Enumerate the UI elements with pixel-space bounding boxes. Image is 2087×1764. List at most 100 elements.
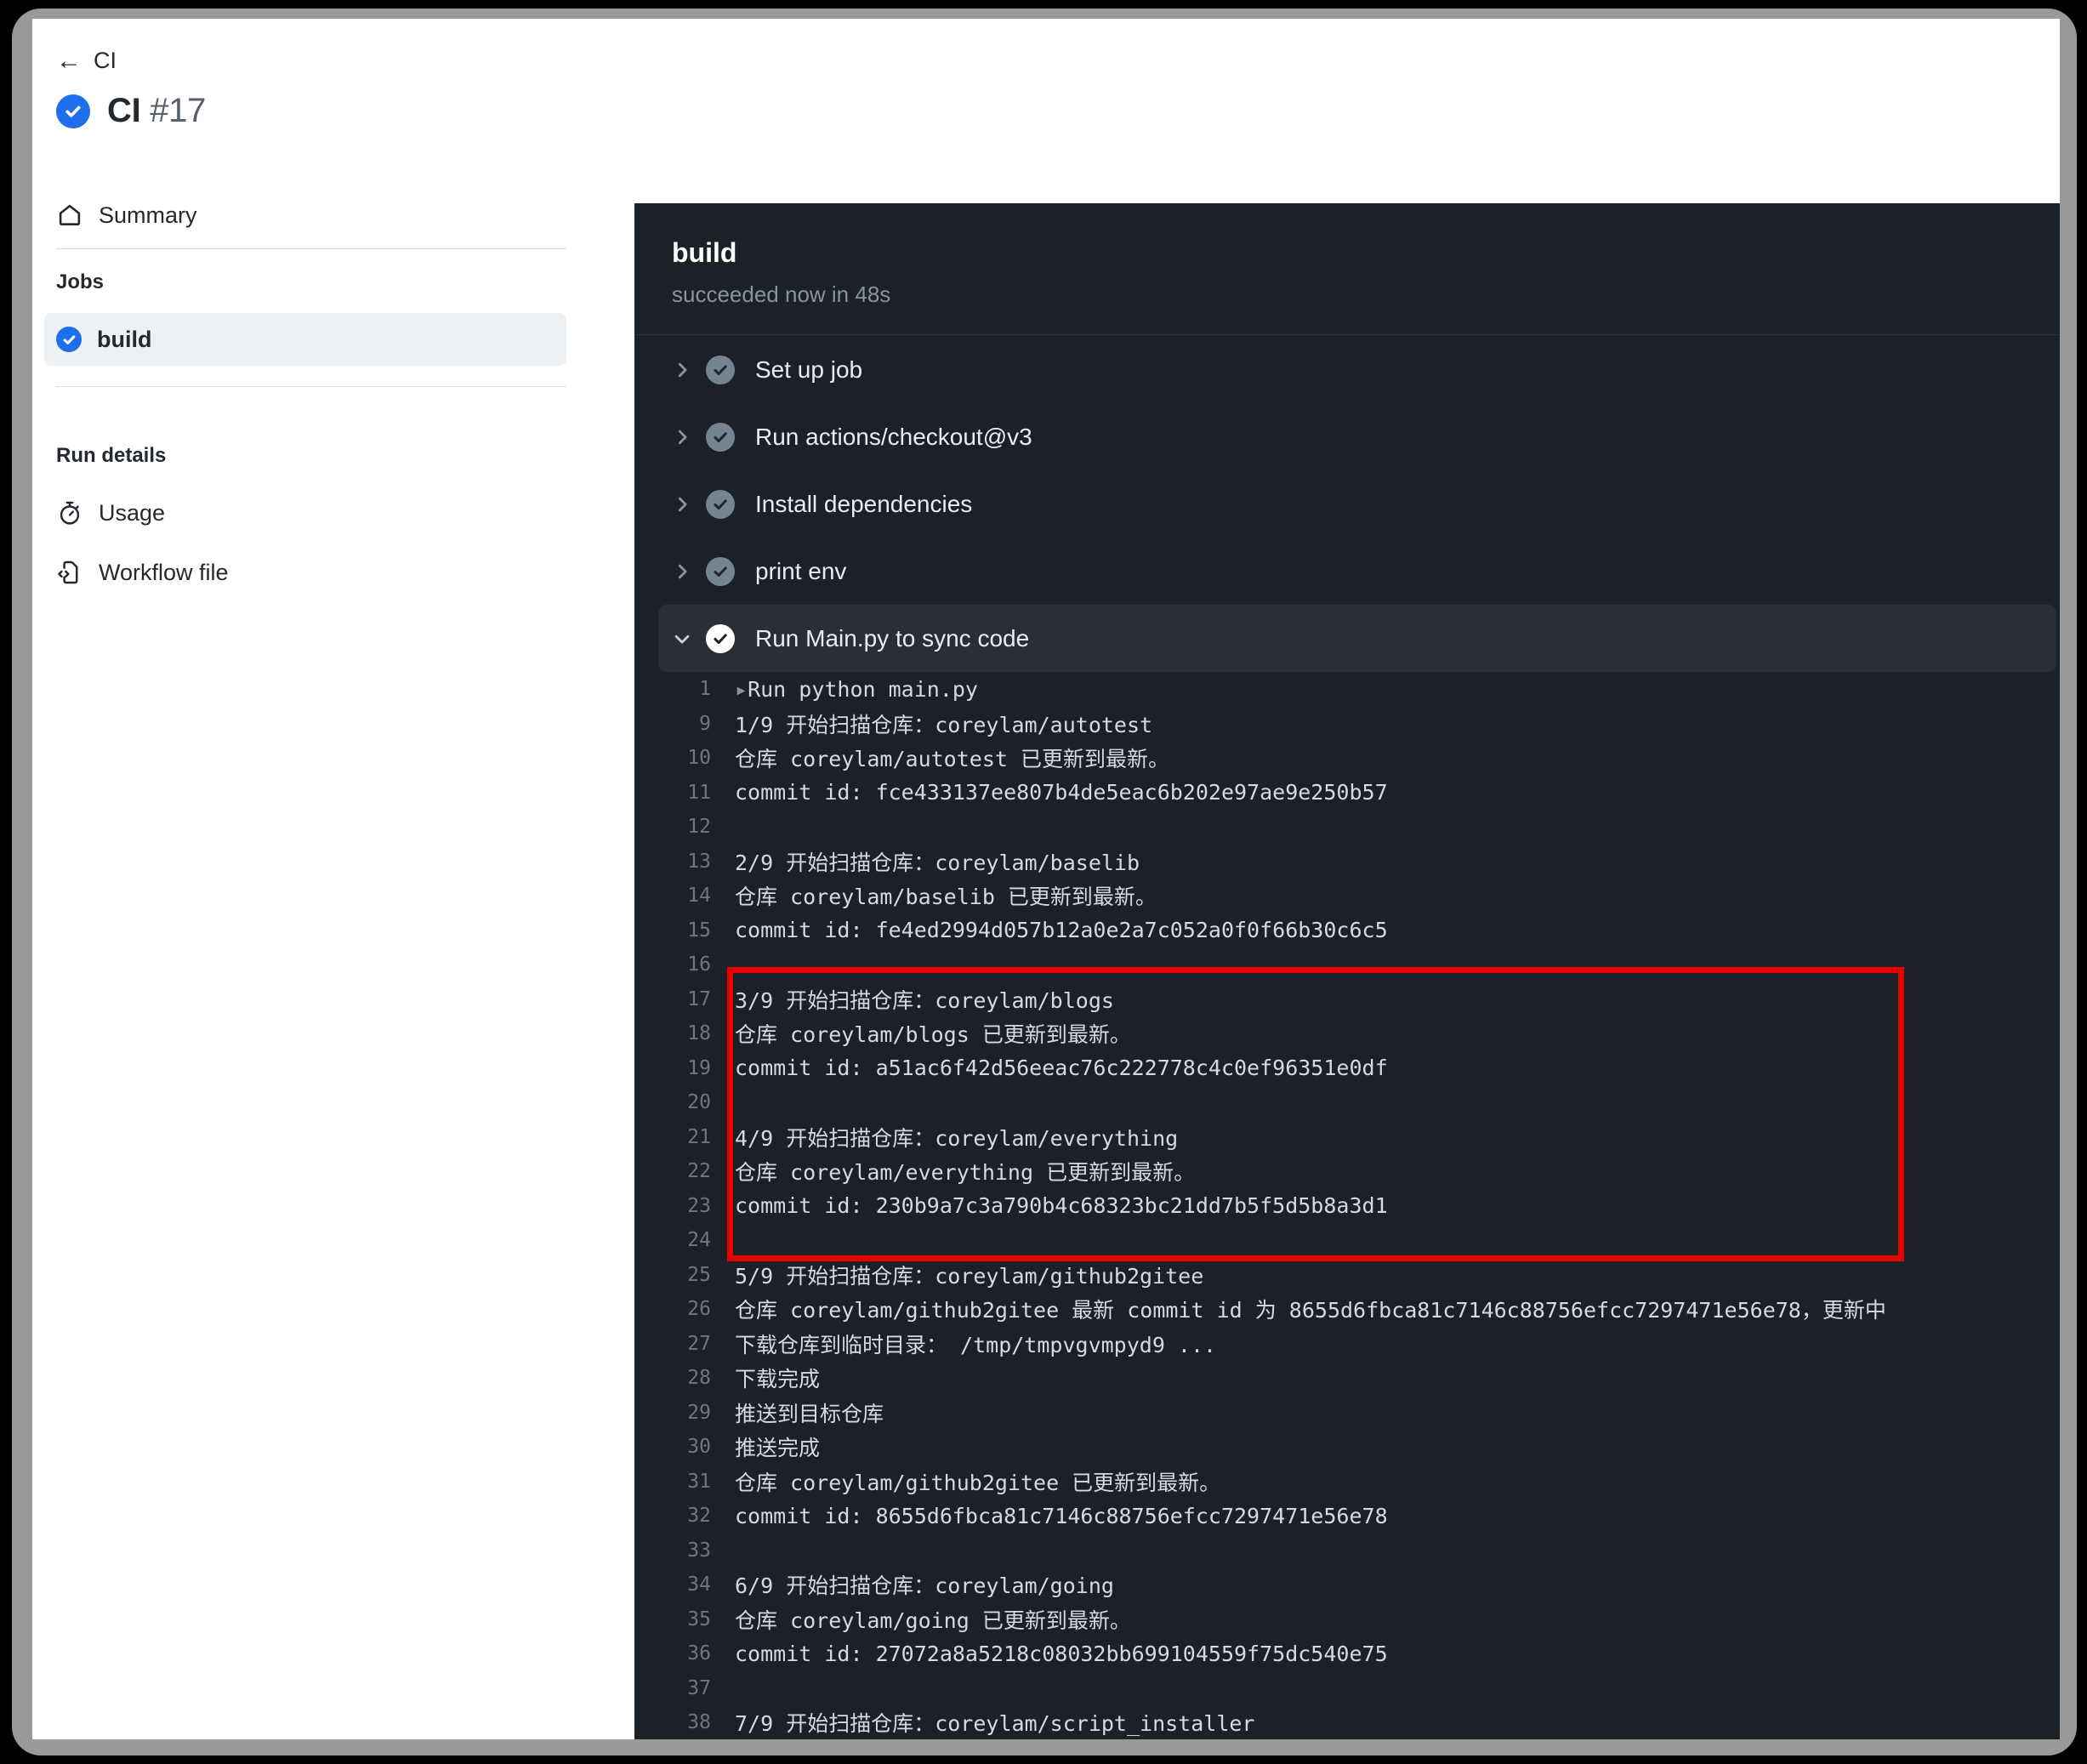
log-line-number: 16 bbox=[687, 953, 711, 976]
log-line-text: commit id: fe4ed2994d057b12a0e2a7c052a0f… bbox=[735, 918, 1388, 943]
log-line-number: 31 bbox=[687, 1470, 711, 1493]
home-icon bbox=[56, 202, 83, 229]
sidebar-item-summary[interactable]: Summary bbox=[44, 189, 566, 242]
log-line: 31 仓库 coreylam/github2gitee 已更新到最新。 bbox=[634, 1465, 2060, 1499]
log-line-text: ▸Run python main.py bbox=[735, 676, 978, 702]
step-list: Set up job Run actions/checkout@v3 Install… bbox=[634, 336, 2060, 672]
log-line: 9 1/9 开始扫描仓库：coreylam/autotest bbox=[634, 707, 2060, 742]
log-line: 15 commit id: fe4ed2994d057b12a0e2a7c052a… bbox=[634, 913, 2060, 948]
log-line-text: commit id: 27072a8a5218c08032bb699104559… bbox=[735, 1641, 1388, 1666]
sidebar-divider-1 bbox=[56, 248, 566, 249]
log-line-number: 1 bbox=[699, 678, 711, 701]
step-row[interactable]: print env bbox=[658, 538, 2056, 605]
step-row[interactable]: Run actions/checkout@v3 bbox=[658, 403, 2056, 470]
log-line: 37 bbox=[634, 1671, 2060, 1706]
log-line-number: 12 bbox=[687, 816, 711, 839]
check-circle-icon bbox=[56, 94, 90, 128]
step-row[interactable]: Set up job bbox=[658, 336, 2056, 403]
log-line: 33 bbox=[634, 1534, 2060, 1568]
log-line-text: 推送完成 bbox=[735, 1436, 821, 1461]
sidebar-divider-2 bbox=[56, 386, 566, 387]
log-line-text: 2/9 开始扫描仓库：coreylam/baselib bbox=[735, 850, 1140, 875]
log-line-number: 27 bbox=[687, 1332, 711, 1355]
chevron-right-icon[interactable] bbox=[658, 361, 706, 379]
log-line-number: 22 bbox=[687, 1160, 711, 1183]
log-line: 12 bbox=[634, 810, 2060, 845]
log-line: 20 bbox=[634, 1085, 2060, 1120]
step-label: Set up job bbox=[755, 356, 863, 383]
log-line: 25 5/9 开始扫描仓库：coreylam/github2gitee bbox=[634, 1258, 2060, 1293]
log-output[interactable]: 1 ▸Run python main.py 9 1/9 开始扫描仓库：coreylam… bbox=[634, 672, 2060, 1739]
page-title: CI #17 bbox=[107, 92, 206, 130]
log-line-number: 17 bbox=[687, 987, 711, 1010]
log-line: 19 commit id: a51ac6f42d56eeac76c222778c4… bbox=[634, 1051, 2060, 1086]
log-lines: 1 ▸Run python main.py 9 1/9 开始扫描仓库：coreylam… bbox=[634, 672, 2060, 1739]
log-line-text: 5/9 开始扫描仓库：coreylam/github2gitee bbox=[735, 1263, 1204, 1289]
log-line-number: 18 bbox=[687, 1022, 711, 1045]
check-circle-icon bbox=[706, 489, 755, 519]
log-line-text: commit id: 230b9a7c3a790b4c68323bc21dd7b… bbox=[735, 1193, 1388, 1219]
breadcrumb-label[interactable]: CI bbox=[94, 48, 117, 74]
log-line-number: 24 bbox=[687, 1229, 711, 1252]
log-line-text: 4/9 开始扫描仓库：coreylam/everything bbox=[735, 1125, 1179, 1151]
log-line-number: 19 bbox=[687, 1056, 711, 1079]
log-line-text: 7/9 开始扫描仓库：coreylam/script_installer bbox=[735, 1711, 1255, 1737]
log-line: 24 bbox=[634, 1223, 2060, 1258]
chevron-right-icon[interactable] bbox=[658, 428, 706, 447]
log-line: 35 仓库 coreylam/going 已更新到最新。 bbox=[634, 1602, 2060, 1637]
sidebar: Summary Jobs build Run details Usage Wor… bbox=[32, 189, 614, 1739]
log-line-number: 10 bbox=[687, 747, 711, 770]
log-line: 26 仓库 coreylam/github2gitee 最新 commit id … bbox=[634, 1292, 2060, 1327]
log-line-text: 仓库 coreylam/everything 已更新到最新。 bbox=[735, 1160, 1196, 1186]
check-circle-icon bbox=[56, 327, 82, 352]
log-line: 23 commit id: 230b9a7c3a790b4c68323bc21dd… bbox=[634, 1189, 2060, 1224]
log-line-number: 23 bbox=[687, 1194, 711, 1217]
log-line-text: commit id: fce433137ee807b4de5eac6b202e9… bbox=[735, 780, 1388, 805]
breadcrumb[interactable]: ← CI bbox=[56, 48, 117, 74]
stopwatch-icon bbox=[56, 499, 83, 526]
step-label: Install dependencies bbox=[755, 490, 973, 517]
log-line: 32 commit id: 8655d6fbca81c7146c88756efcc… bbox=[634, 1499, 2060, 1534]
step-row[interactable]: Install dependencies bbox=[658, 470, 2056, 538]
log-line-number: 20 bbox=[687, 1091, 711, 1114]
run-title-row: CI #17 bbox=[56, 92, 206, 130]
sidebar-item-build[interactable]: build bbox=[44, 313, 566, 366]
log-line-number: 14 bbox=[687, 885, 711, 908]
sidebar-item-label: Summary bbox=[99, 202, 197, 228]
log-line-text: 3/9 开始扫描仓库：coreylam/blogs bbox=[735, 987, 1114, 1013]
log-line: 13 2/9 开始扫描仓库：coreylam/baselib bbox=[634, 845, 2060, 879]
log-line-number: 32 bbox=[687, 1505, 711, 1528]
sidebar-item-workflow-file[interactable]: Workflow file bbox=[44, 546, 566, 599]
arrow-left-icon[interactable]: ← bbox=[56, 48, 82, 74]
log-line: 34 6/9 开始扫描仓库：coreylam/going bbox=[634, 1568, 2060, 1602]
chevron-right-icon[interactable] bbox=[658, 495, 706, 514]
log-line: 38 7/9 开始扫描仓库：coreylam/script_installer bbox=[634, 1705, 2060, 1739]
log-line-text: 仓库 coreylam/github2gitee 最新 commit id 为 … bbox=[735, 1298, 1886, 1323]
log-line-number: 37 bbox=[687, 1676, 711, 1699]
sidebar-item-label: build bbox=[97, 326, 152, 352]
log-line-number: 25 bbox=[687, 1263, 711, 1286]
log-job-name: build bbox=[672, 237, 737, 268]
log-line-text: commit id: 8655d6fbca81c7146c88756efcc72… bbox=[735, 1503, 1388, 1528]
step-row[interactable]: Run Main.py to sync code bbox=[658, 605, 2056, 672]
log-line: 18 仓库 coreylam/blogs 已更新到最新。 bbox=[634, 1016, 2060, 1051]
log-line-number: 15 bbox=[687, 919, 711, 942]
log-line-number: 21 bbox=[687, 1125, 711, 1148]
step-label: Run actions/checkout@v3 bbox=[755, 423, 1032, 450]
sidebar-item-label: Usage bbox=[99, 499, 166, 526]
chevron-down-icon[interactable] bbox=[658, 629, 706, 648]
check-circle-icon bbox=[706, 623, 755, 653]
sidebar-item-usage[interactable]: Usage bbox=[44, 487, 566, 539]
log-line-text: 6/9 开始扫描仓库：coreylam/going bbox=[735, 1573, 1114, 1599]
log-line-text: 仓库 coreylam/autotest 已更新到最新。 bbox=[735, 747, 1169, 772]
workflow-name: CI bbox=[107, 92, 141, 129]
log-line-number: 30 bbox=[687, 1436, 711, 1459]
log-line: 21 4/9 开始扫描仓库：coreylam/everything bbox=[634, 1120, 2060, 1155]
log-line: 1 ▸Run python main.py bbox=[634, 672, 2060, 707]
log-line: 17 3/9 开始扫描仓库：coreylam/blogs bbox=[634, 982, 2060, 1017]
step-label: print env bbox=[755, 557, 847, 584]
chevron-right-icon[interactable] bbox=[658, 562, 706, 581]
log-line-text: 下载仓库到临时目录： /tmp/tmpvgvmpyd9 ... bbox=[735, 1332, 1217, 1357]
log-line-text: 仓库 coreylam/going 已更新到最新。 bbox=[735, 1608, 1131, 1633]
check-circle-icon bbox=[706, 355, 755, 384]
